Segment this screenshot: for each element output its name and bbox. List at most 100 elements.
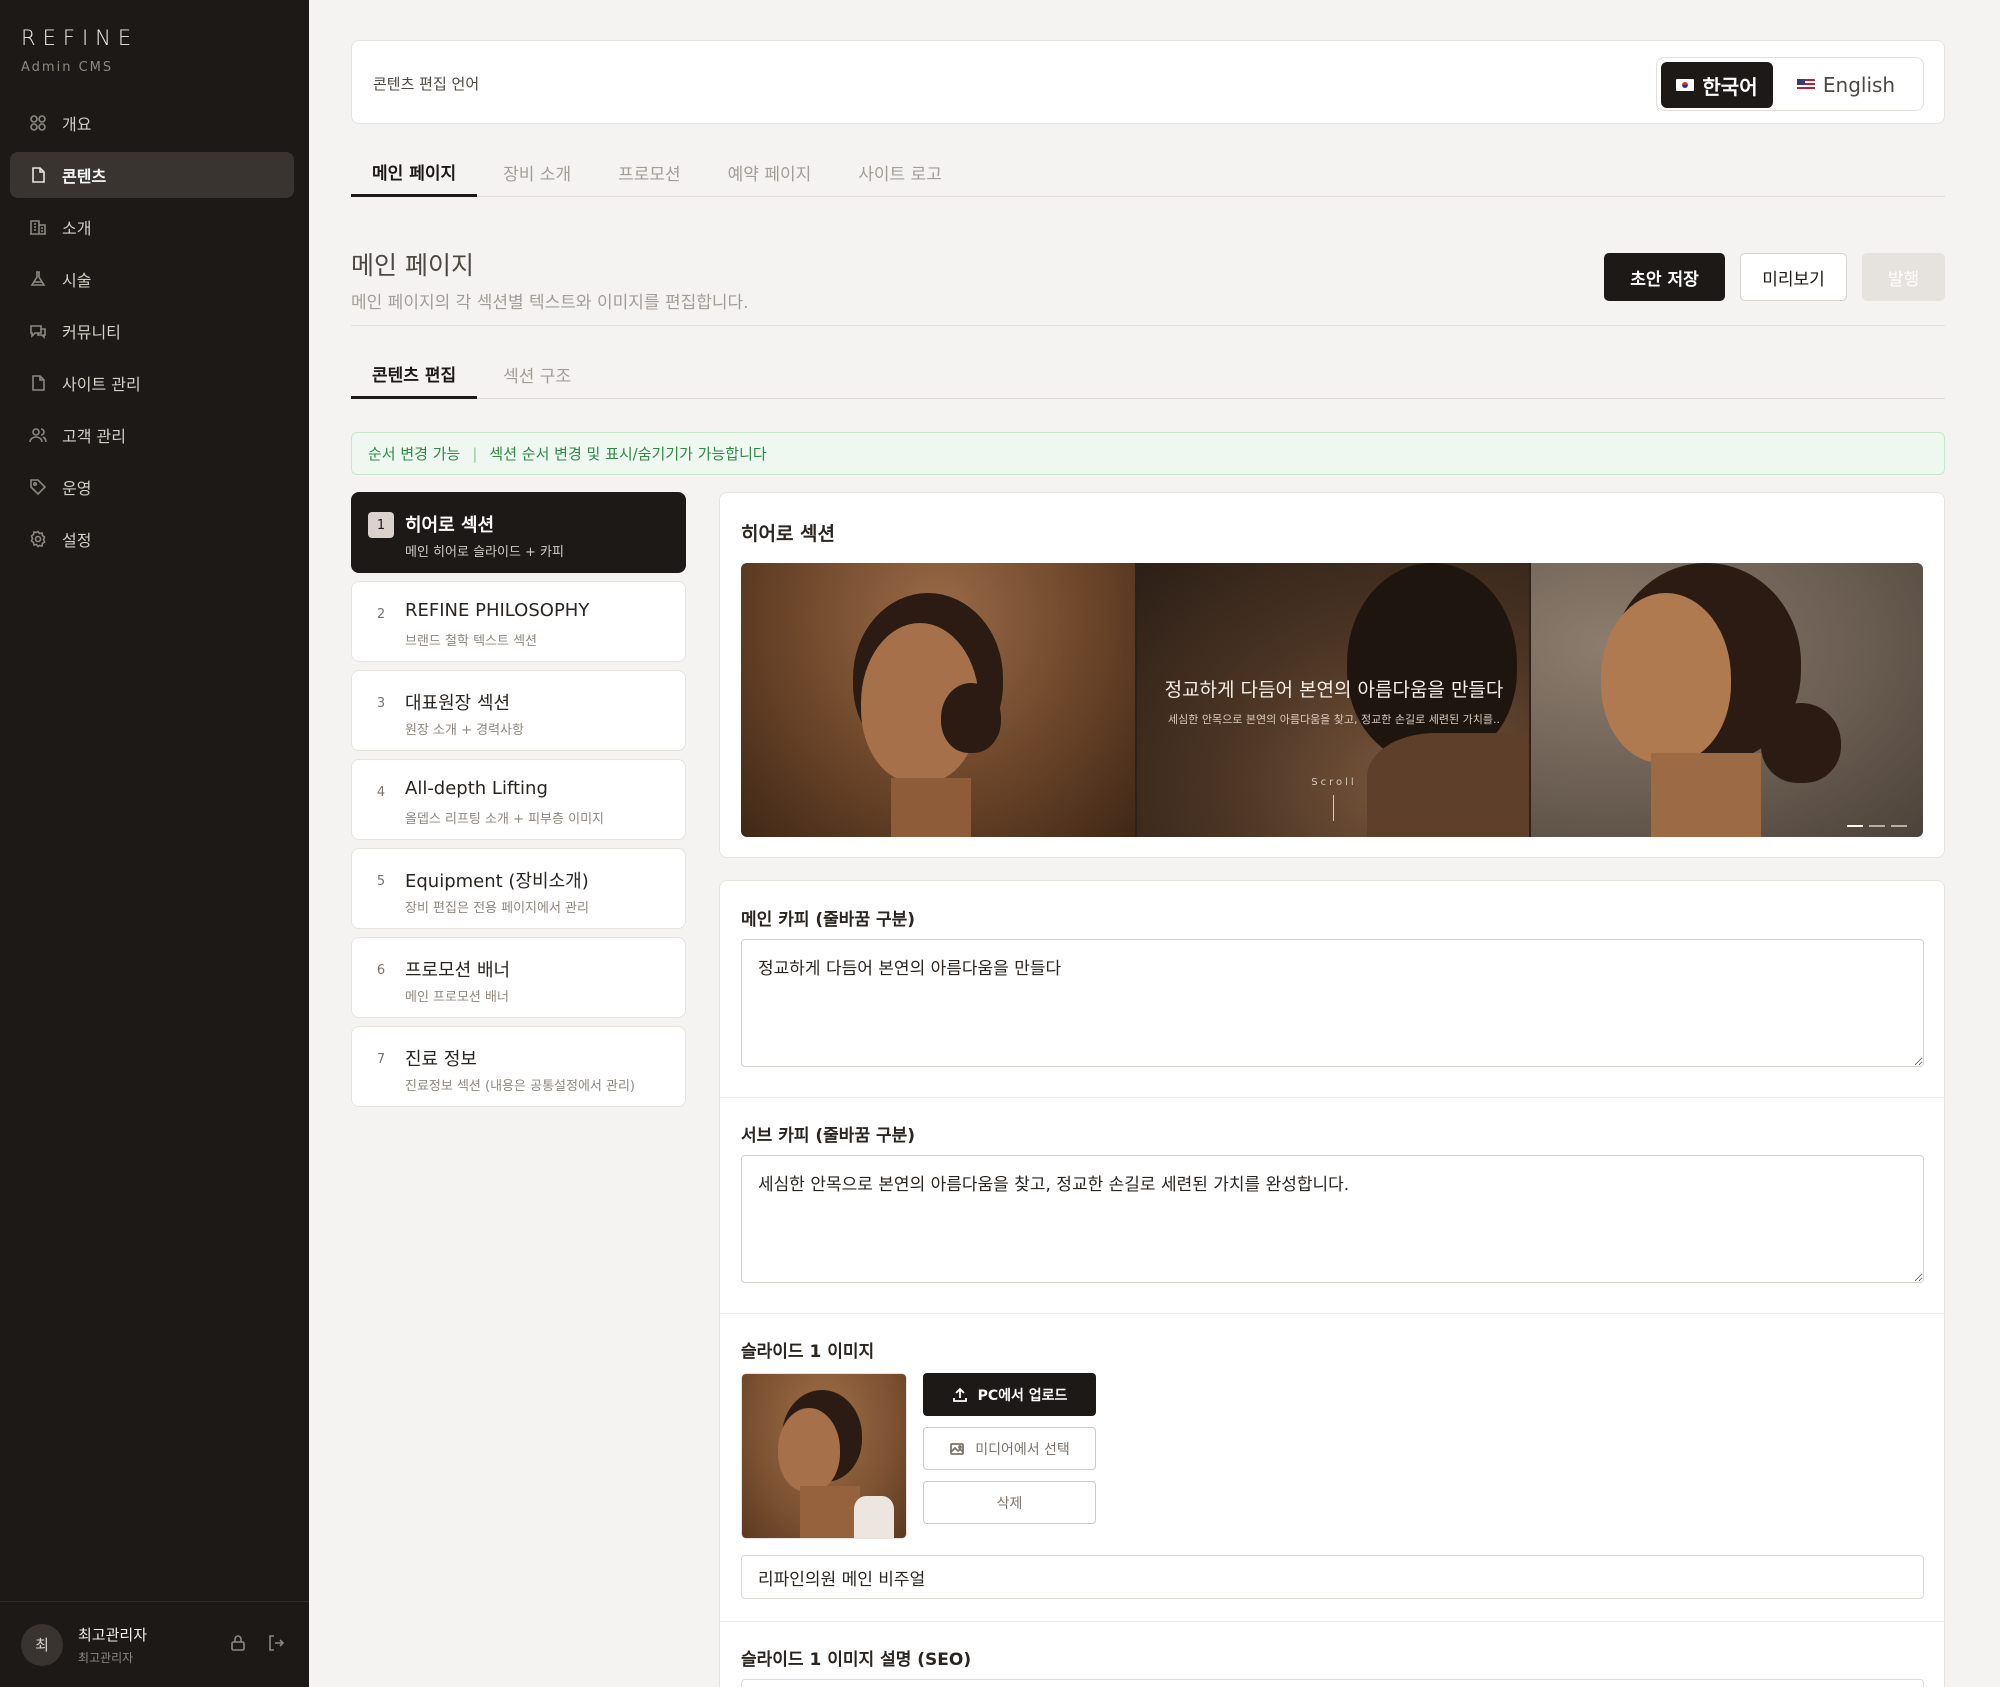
flask-icon	[28, 269, 48, 289]
hero-card-title: 히어로 섹션	[741, 523, 836, 545]
tab-equipment[interactable]: 장비 소개	[482, 148, 592, 197]
sidebar-item-overview[interactable]: 개요	[10, 100, 294, 146]
sidebar-item-label: 고객 관리	[62, 427, 126, 446]
language-korean-button[interactable]: 한국어	[1661, 62, 1773, 108]
document-icon	[28, 165, 48, 185]
slide-dot[interactable]	[1847, 825, 1863, 827]
scroll-label: Scroll	[1311, 777, 1357, 788]
sidebar-item-community[interactable]: 커뮤니티	[10, 308, 294, 354]
content-subtabs: 콘텐츠 편집 섹션 구조	[351, 350, 1945, 399]
sidebar-item-operations[interactable]: 운영	[10, 464, 294, 510]
main-copy-label: 메인 카피 (줄바꿈 구분)	[741, 910, 916, 930]
section-item-philosophy[interactable]: 2 REFINE PHILOSOPHY 브랜드 철학 텍스트 섹션	[351, 581, 686, 662]
hero-slide-image: 정교하게 다듬어 본연의 아름다움을 만들다 세심한 안목으로 본연의 아름다움…	[1135, 563, 1529, 837]
user-meta: 최고관리자 최고관리자	[78, 1624, 147, 1666]
sidebar-item-treatments[interactable]: 시술	[10, 256, 294, 302]
sub-copy-textarea[interactable]: 세심한 안목으로 본연의 아름다움을 찾고, 정교한 손길로 세련된 가치를 완…	[741, 1155, 1924, 1283]
section-subtitle: 올뎁스 리프팅 소개 + 피부층 이미지	[405, 812, 604, 827]
divider	[720, 1097, 1946, 1098]
tab-site-logo[interactable]: 사이트 로고	[837, 148, 963, 197]
sidebar-item-settings[interactable]: 설정	[10, 516, 294, 562]
main-copy-textarea[interactable]: 정교하게 다듬어 본연의 아름다움을 만들다	[741, 939, 1924, 1067]
scroll-line	[1333, 795, 1334, 821]
section-subtitle: 원장 소개 + 경력사항	[405, 723, 524, 738]
sidebar-nav: 개요 콘텐츠 소개 시술 커뮤니티 사이트 관리 고객 관리 운영 설정	[10, 100, 294, 568]
slide-image-seo-input[interactable]	[741, 1679, 1924, 1687]
tab-reservation[interactable]: 예약 페이지	[707, 148, 833, 197]
upload-from-pc-button[interactable]: PC에서 업로드	[923, 1373, 1096, 1416]
sidebar-item-label: 소개	[62, 219, 92, 238]
header-actions: 초안 저장 미리보기 발행	[1604, 253, 1945, 301]
sidebar-item-label: 개요	[62, 115, 92, 134]
page-tabs: 메인 페이지 장비 소개 프로모션 예약 페이지 사이트 로고	[351, 148, 1945, 197]
sidebar-item-label: 콘텐츠	[62, 167, 107, 186]
sub-copy-label: 서브 카피 (줄바꿈 구분)	[741, 1126, 916, 1146]
upload-icon	[952, 1387, 967, 1402]
korea-flag-icon	[1676, 79, 1695, 91]
section-item-promotion[interactable]: 6 프로모션 배너 메인 프로모션 배너	[351, 937, 686, 1018]
footer-actions	[229, 1634, 285, 1656]
section-title: Equipment (장비소개)	[405, 871, 589, 892]
language-english-button[interactable]: English	[1773, 62, 1919, 108]
hero-preview-card: 히어로 섹션 정교하게 다듬어 본연의 아름다움을 만들다 세심한 안목으로 본…	[719, 492, 1945, 858]
slide-dot[interactable]	[1869, 825, 1885, 827]
preview-button[interactable]: 미리보기	[1740, 253, 1847, 301]
publish-button[interactable]: 발행	[1862, 253, 1945, 301]
notice-label: 순서 변경 가능	[368, 445, 461, 463]
section-number: 3	[376, 695, 386, 711]
chat-icon	[28, 321, 48, 341]
save-draft-button[interactable]: 초안 저장	[1604, 253, 1725, 301]
hero-preview: 정교하게 다듬어 본연의 아름다움을 만들다 세심한 안목으로 본연의 아름다움…	[741, 563, 1923, 837]
language-english-label: English	[1822, 73, 1896, 97]
delete-image-button[interactable]: 삭제	[923, 1481, 1096, 1524]
image-alt-input[interactable]	[741, 1555, 1924, 1599]
language-label: 콘텐츠 편집 언어	[373, 75, 480, 93]
tag-icon	[28, 477, 48, 497]
section-number: 4	[376, 784, 386, 800]
select-from-media-button[interactable]: 미디어에서 선택	[923, 1427, 1096, 1470]
usa-flag-icon	[1796, 79, 1815, 91]
section-subtitle: 진료정보 섹션 (내용은 공통설정에서 관리)	[405, 1079, 635, 1094]
notice-text: 섹션 순서 변경 및 표시/숨기기가 가능합니다	[489, 445, 767, 463]
sidebar-item-content[interactable]: 콘텐츠	[10, 152, 294, 198]
tab-section-structure[interactable]: 섹션 구조	[482, 350, 592, 399]
section-number: 2	[376, 606, 386, 622]
media-label: 미디어에서 선택	[975, 1441, 1070, 1458]
lock-icon[interactable]	[229, 1634, 247, 1656]
sidebar-item-about[interactable]: 소개	[10, 204, 294, 250]
section-title: All-depth Lifting	[405, 778, 548, 799]
section-item-hero[interactable]: 1 히어로 섹션 메인 히어로 슬라이드 + 카피	[351, 492, 686, 573]
hero-copy-preview: 정교하게 다듬어 본연의 아름다움을 만들다	[1164, 679, 1504, 701]
sidebar-item-site-management[interactable]: 사이트 관리	[10, 360, 294, 406]
logout-icon[interactable]	[267, 1634, 285, 1656]
section-subtitle: 메인 프로모션 배너	[405, 990, 509, 1005]
tab-main-page[interactable]: 메인 페이지	[351, 148, 478, 197]
section-list: 1 히어로 섹션 메인 히어로 슬라이드 + 카피 2 REFINE PHILO…	[351, 492, 686, 1115]
hero-slide-image	[741, 563, 1135, 837]
sidebar: REFINE Admin CMS 개요 콘텐츠 소개 시술 커뮤니티 사이트 관…	[0, 0, 309, 1687]
upload-label: PC에서 업로드	[977, 1387, 1068, 1404]
sidebar-item-label: 운영	[62, 479, 92, 498]
image-icon	[950, 1442, 965, 1455]
language-korean-label: 한국어	[1702, 74, 1758, 99]
section-item-lifting[interactable]: 4 All-depth Lifting 올뎁스 리프팅 소개 + 피부층 이미지	[351, 759, 686, 840]
slide-indicator	[1847, 825, 1907, 827]
slide-image-seo-label: 슬라이드 1 이미지 설명 (SEO)	[741, 1650, 972, 1670]
slide-dot[interactable]	[1891, 825, 1907, 827]
section-item-director[interactable]: 3 대표원장 섹션 원장 소개 + 경력사항	[351, 670, 686, 751]
section-number: 7	[376, 1051, 386, 1067]
language-bar: 콘텐츠 편집 언어 한국어 English	[351, 40, 1945, 124]
notice-separator: |	[472, 444, 478, 463]
section-item-clinic-info[interactable]: 7 진료 정보 진료정보 섹션 (내용은 공통설정에서 관리)	[351, 1026, 686, 1107]
divider	[720, 1621, 1946, 1622]
section-number: 1	[368, 512, 394, 538]
users-icon	[28, 425, 48, 445]
avatar[interactable]: 최	[21, 1623, 63, 1666]
section-item-equipment[interactable]: 5 Equipment (장비소개) 장비 편집은 전용 페이지에서 관리	[351, 848, 686, 929]
divider	[720, 1313, 1946, 1314]
tab-promotion[interactable]: 프로모션	[597, 148, 702, 197]
sidebar-item-customers[interactable]: 고객 관리	[10, 412, 294, 458]
tab-content-edit[interactable]: 콘텐츠 편집	[351, 350, 478, 399]
section-number: 5	[376, 873, 386, 889]
sidebar-item-label: 커뮤니티	[62, 323, 121, 342]
